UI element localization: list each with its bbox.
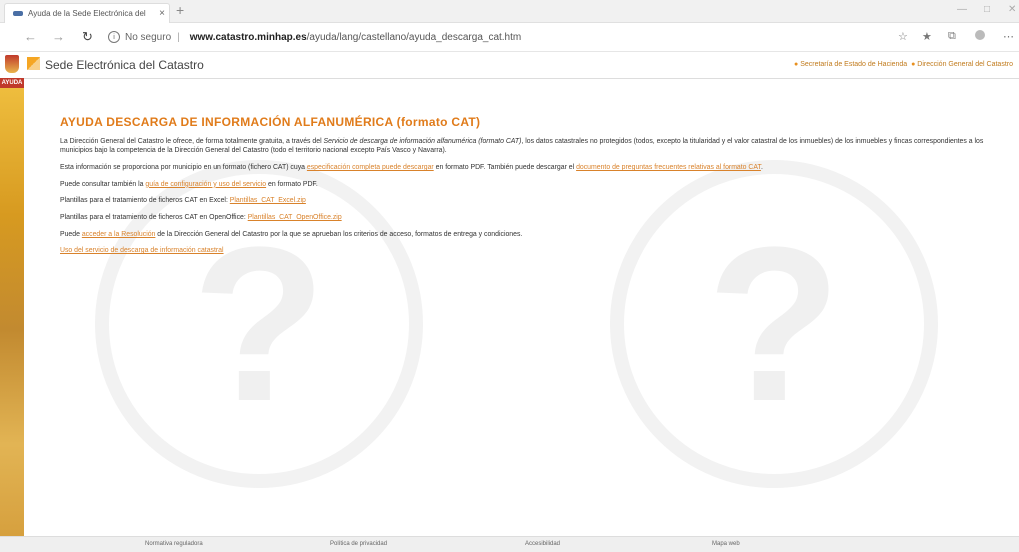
address-bar-row: ← → ↻ i No seguro | www.catastro.minhap.… <box>0 23 1019 52</box>
url-field[interactable]: i No seguro | www.catastro.minhap.es/ayu… <box>108 28 868 46</box>
footer-link-mapa-web[interactable]: Mapa web <box>712 541 740 547</box>
service-usage-link[interactable]: Uso del servicio de descarga de informac… <box>60 247 224 254</box>
site-header: Sede Electrónica del Catastro ● Secretar… <box>0 52 1019 79</box>
catastro-logo-icon <box>27 57 40 70</box>
tab-title: Ayuda de la Sede Electrónica del <box>28 9 146 18</box>
info-icon[interactable]: i <box>108 31 120 43</box>
left-decorative-stripe: AYUDA <box>0 78 24 536</box>
spec-download-link[interactable]: especificación completa puede descargar <box>307 164 434 171</box>
sidebar-label: AYUDA <box>0 78 24 88</box>
header-links: ● Secretaría de Estado de Hacienda ● Dir… <box>794 61 1013 68</box>
paragraph-usage: Uso del servicio de descarga de informac… <box>60 246 990 256</box>
header-link-direccion[interactable]: Dirección General del Catastro <box>917 61 1013 68</box>
profile-avatar[interactable] <box>975 30 985 40</box>
resolution-link[interactable]: acceder a la Resolución <box>82 231 156 238</box>
back-icon[interactable]: ← <box>24 29 37 44</box>
forward-icon[interactable]: → <box>52 29 65 44</box>
openoffice-templates-link[interactable]: Plantillas_CAT_OpenOffice.zip <box>248 214 342 221</box>
paragraph-guide: Puede consultar también la guía de confi… <box>60 180 318 188</box>
browser-tab[interactable]: Ayuda de la Sede Electrónica del × <box>4 3 170 23</box>
browser-tab-bar: Ayuda de la Sede Electrónica del × + — □… <box>0 0 1019 23</box>
url-host: www.catastro.minhap.es <box>189 31 307 43</box>
favorites-icon[interactable]: ★ <box>922 30 932 43</box>
guide-link[interactable]: guía de configuración y uso del servicio <box>145 181 266 188</box>
faq-document-link[interactable]: documento de preguntas frecuentes relati… <box>576 164 761 171</box>
header-link-secretaria[interactable]: Secretaría de Estado de Hacienda <box>800 61 907 68</box>
page-footer: Normativa reguladora Política de privaci… <box>0 536 1019 552</box>
minimize-icon[interactable]: — <box>957 4 967 15</box>
footer-link-privacidad[interactable]: Política de privacidad <box>330 541 387 547</box>
paragraph-excel: Plantillas para el tratamiento de ficher… <box>60 197 306 205</box>
paragraph-resolution: Puede acceder a la Resolución de la Dire… <box>60 230 523 238</box>
main-content: AYUDA DESCARGA DE INFORMACIÓN ALFANUMÉRI… <box>60 114 990 263</box>
page-heading: AYUDA DESCARGA DE INFORMACIÓN ALFANUMÉRI… <box>60 115 481 129</box>
paragraph-intro: La Dirección General del Catastro le ofr… <box>60 137 984 155</box>
refresh-icon[interactable]: ↻ <box>82 29 93 45</box>
security-label: No seguro <box>125 31 172 43</box>
footer-link-accesibilidad[interactable]: Accesibilidad <box>525 541 560 547</box>
site-title[interactable]: Sede Electrónica del Catastro <box>45 58 204 72</box>
new-tab-button[interactable]: + <box>176 2 184 18</box>
collections-icon[interactable]: ⧉ <box>948 30 956 43</box>
favorite-star-icon[interactable]: ☆ <box>898 30 908 43</box>
window-close-icon[interactable]: ✕ <box>1008 4 1016 15</box>
paragraph-openoffice: Plantillas para el tratamiento de ficher… <box>60 214 342 222</box>
url-path: /ayuda/lang/castellano/ayuda_descarga_ca… <box>306 31 522 43</box>
paragraph-format: Esta información se proporciona por muni… <box>60 164 763 172</box>
url-separator: | <box>177 31 180 43</box>
spain-crest-icon <box>5 55 19 73</box>
tab-close-icon[interactable]: × <box>155 8 169 19</box>
excel-templates-link[interactable]: Plantillas_CAT_Excel.zip <box>230 197 306 204</box>
footer-link-normativa[interactable]: Normativa reguladora <box>145 541 203 547</box>
site-favicon-icon <box>13 11 23 16</box>
maximize-icon[interactable]: □ <box>984 4 990 15</box>
more-menu-icon[interactable]: ⋯ <box>1003 30 1014 43</box>
